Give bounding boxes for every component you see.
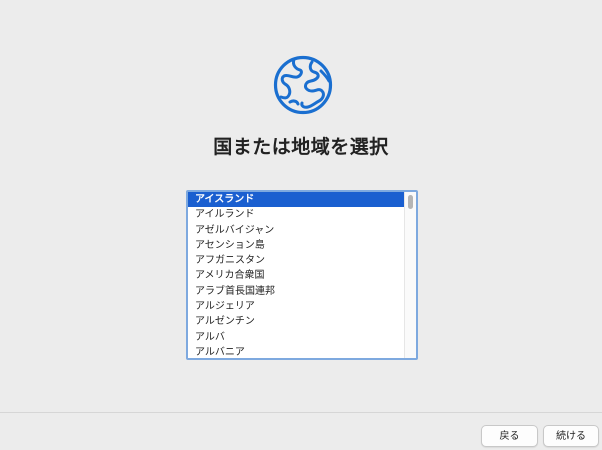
page-title: 国または地域を選択 bbox=[213, 136, 389, 158]
list-item[interactable]: アイルランド bbox=[188, 207, 404, 222]
list-item[interactable]: アセンション島 bbox=[188, 238, 404, 253]
back-button[interactable]: 戻る bbox=[481, 425, 538, 447]
list-scrollbar[interactable] bbox=[404, 192, 416, 358]
list-item[interactable]: アイスランド bbox=[188, 192, 404, 208]
setup-assistant-window: 国または地域を選択 アイスランド アイルランド アゼルバイジャン アセンション島… bbox=[0, 0, 602, 450]
list-item[interactable]: アルジェリア bbox=[188, 299, 404, 314]
footer-divider bbox=[0, 412, 602, 413]
continue-button[interactable]: 続ける bbox=[543, 425, 599, 447]
list-item[interactable]: アルバ bbox=[188, 330, 404, 345]
list-item[interactable]: アメリカ合衆国 bbox=[188, 268, 404, 283]
globe-icon bbox=[273, 55, 333, 115]
country-listbox[interactable]: アイスランド アイルランド アゼルバイジャン アセンション島 アフガニスタン ア… bbox=[186, 190, 418, 360]
list-item[interactable]: アルバニア bbox=[188, 345, 404, 358]
list-item[interactable]: アラブ首長国連邦 bbox=[188, 284, 404, 299]
list-item[interactable]: アゼルバイジャン bbox=[188, 223, 404, 238]
list-item[interactable]: アルゼンチン bbox=[188, 314, 404, 329]
scrollbar-thumb[interactable] bbox=[408, 195, 413, 209]
list-item[interactable]: アフガニスタン bbox=[188, 253, 404, 268]
country-list: アイスランド アイルランド アゼルバイジャン アセンション島 アフガニスタン ア… bbox=[188, 192, 404, 358]
